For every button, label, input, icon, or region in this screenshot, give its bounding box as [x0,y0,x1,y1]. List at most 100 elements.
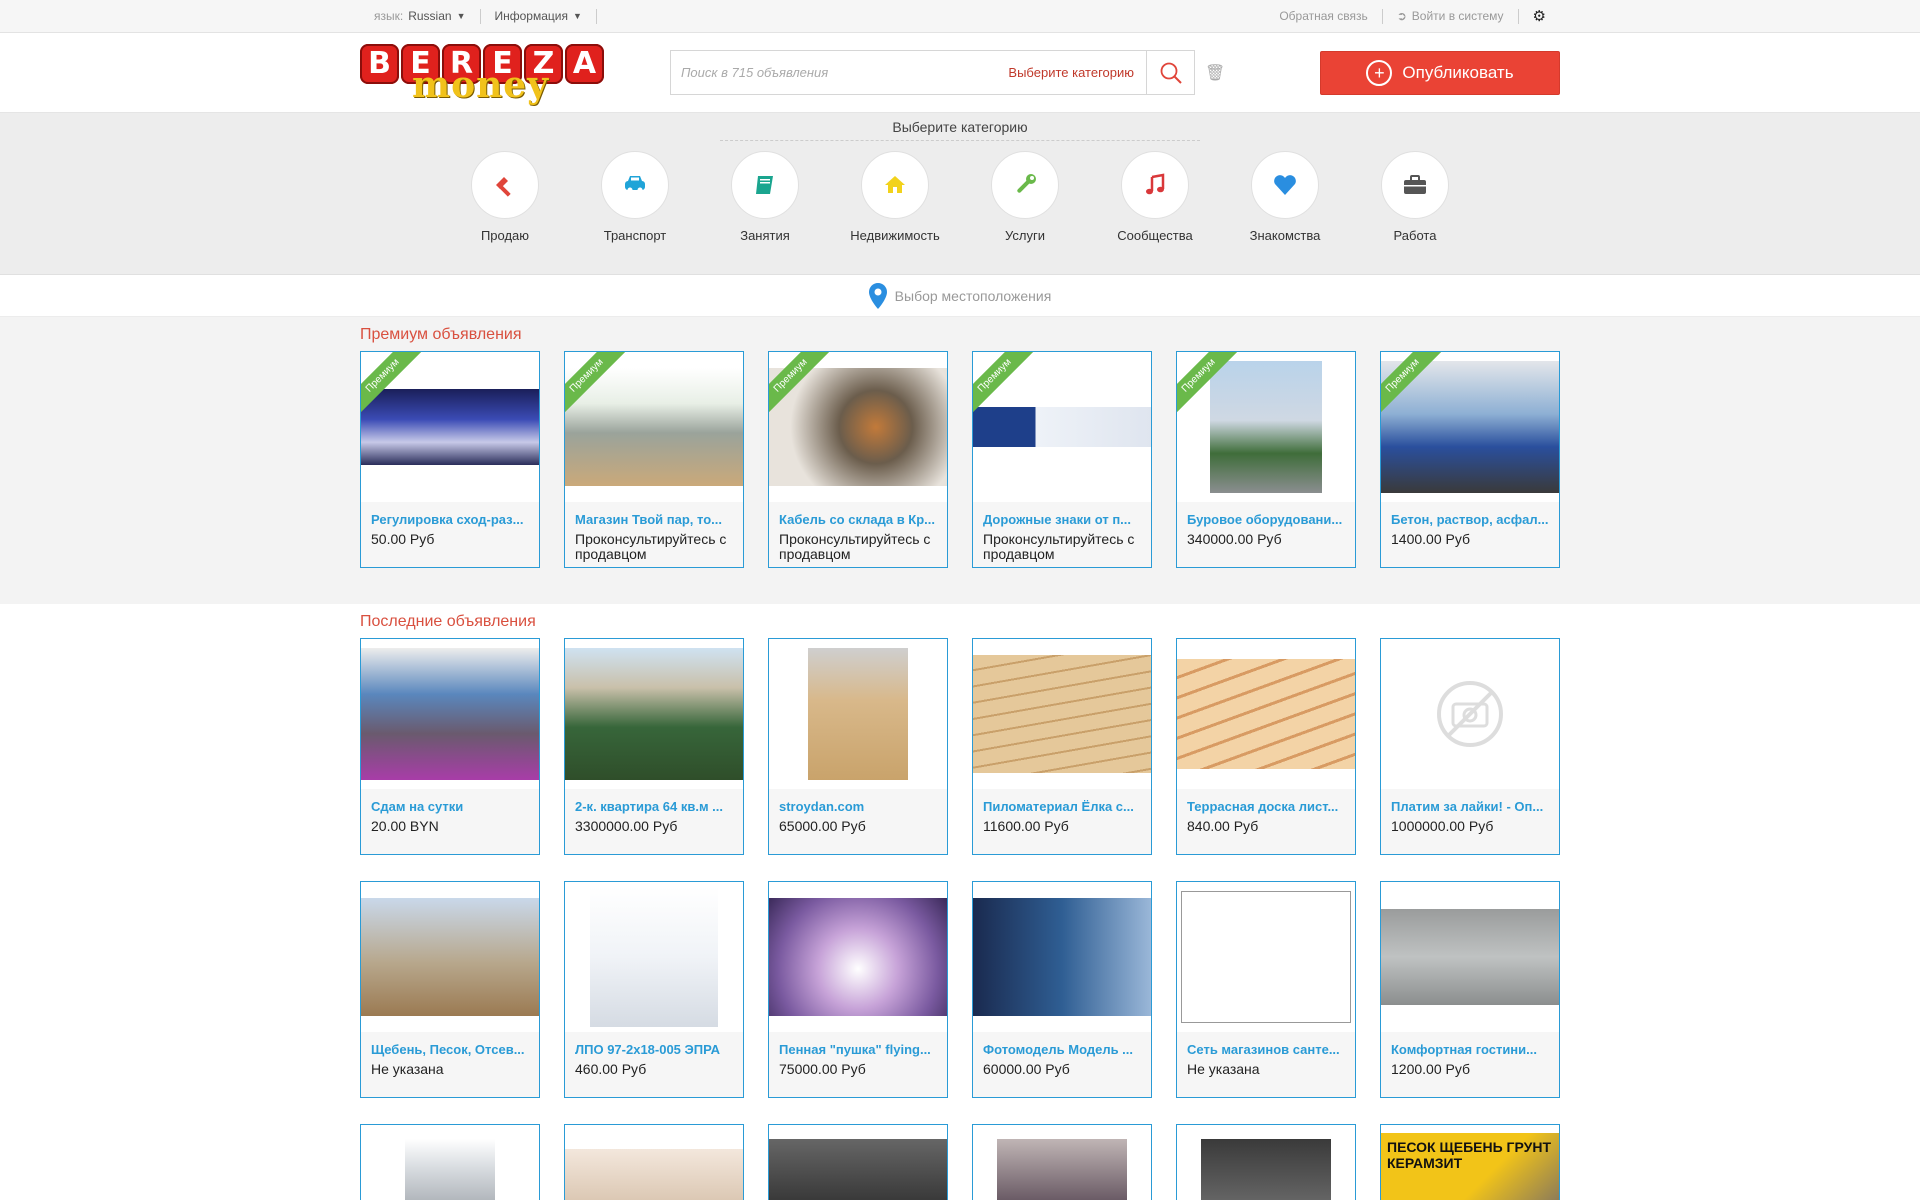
gear-icon[interactable]: ⚙ [1519,0,1560,32]
listing-image[interactable] [973,639,1151,789]
listing-price: 1200.00 Руб [1391,1061,1471,1077]
info-menu-label: Информация [494,9,568,23]
listing-image[interactable] [769,639,947,789]
listing-title[interactable]: ЛПО 97-2х18-005 ЭПРА [575,1042,733,1057]
category-music[interactable]: Сообщества [1117,151,1193,243]
listing-image[interactable] [769,1125,947,1200]
listing-card[interactable]: Фотомодель Модель ... 60000.00 Руб [972,881,1152,1098]
listing-info: Сдам на сутки 20.00 BYN [361,789,539,854]
listing-card[interactable]: Пиломатериал Ёлка с... 11600.00 Руб [972,638,1152,855]
listing-card[interactable]: Комфортная гостини... 1200.00 Руб [1380,881,1560,1098]
listing-title[interactable]: Комфортная гостини... [1391,1042,1549,1057]
listing-title[interactable]: Кабель со склада в Кр... [779,512,937,527]
listing-title[interactable]: Пенная "пушка" flying... [779,1042,937,1057]
listing-card[interactable]: Пенная "пушка" flying... 75000.00 Руб [768,881,948,1098]
search-input[interactable] [671,65,997,80]
search-category-select[interactable]: Выберите категорию [996,65,1146,80]
language-selector[interactable]: язык: Russian ▼ [360,0,480,32]
listing-card[interactable]: stroydan.com 65000.00 Руб [768,638,948,855]
listing-image[interactable] [361,639,539,789]
listing-card[interactable]: ЛПО 97-2х18-005 ЭПРА 460.00 Руб [564,881,744,1098]
listing-info: Пиломатериал Ёлка с... 11600.00 Руб [973,789,1151,854]
listing-title[interactable]: Платим за лайки! - Оп... [1391,799,1549,814]
listing-image[interactable] [1177,1125,1355,1200]
listing-image[interactable] [361,1125,539,1200]
listing-card[interactable]: Премиум Буровое оборудовани... 340000.00… [1176,351,1356,568]
listing-image[interactable] [1381,882,1559,1032]
trash-icon[interactable]: 🗑 [1205,63,1225,83]
listing-card[interactable]: Террасная доска лист... 840.00 Руб [1176,638,1356,855]
listing-title[interactable]: Бетон, раствор, асфал... [1391,512,1549,527]
listing-card[interactable]: Премиум Магазин Твой пар, то... Проконсу… [564,351,744,568]
listing-card[interactable] [972,1124,1152,1200]
listing-card[interactable]: Сдам на сутки 20.00 BYN [360,638,540,855]
listing-card[interactable] [768,1124,948,1200]
listing-title[interactable]: stroydan.com [779,799,937,814]
category-home[interactable]: Недвижимость [850,151,940,243]
listing-title[interactable]: Буровое оборудовани... [1187,512,1345,527]
category-gavel[interactable]: Продаю [471,151,539,243]
listing-image[interactable] [565,639,743,789]
publish-button[interactable]: + Опубликовать [1320,50,1560,95]
listing-title[interactable]: Фотомодель Модель ... [983,1042,1141,1057]
listing-card[interactable] [564,1124,744,1200]
listing-image[interactable] [361,882,539,1032]
listing-price: Проконсультируйтесь с продавцом [575,531,727,562]
listing-title[interactable]: Магазин Твой пар, то... [575,512,733,527]
category-wrench[interactable]: Услуги [991,151,1059,243]
category-heart[interactable]: Знакомства [1250,151,1320,243]
listing-card[interactable]: Премиум Бетон, раствор, асфал... 1400.00… [1380,351,1560,568]
category-car[interactable]: Транспорт [601,151,669,243]
listing-card[interactable]: Платим за лайки! - Оп... 1000000.00 Руб [1380,638,1560,855]
listing-title[interactable]: Регулировка сход-раз... [371,512,529,527]
listing-image[interactable] [565,882,743,1032]
login-link[interactable]: ➲ Войти в систему [1383,0,1518,32]
listing-card[interactable] [360,1124,540,1200]
category-label: Работа [1393,228,1437,243]
wrench-icon [1017,174,1036,193]
listing-title[interactable]: Сдам на сутки [371,799,529,814]
listing-info: Бетон, раствор, асфал... 1400.00 Руб [1381,502,1559,567]
logo[interactable]: BEREZA money [360,43,606,106]
divider [720,140,1200,141]
listing-price: 65000.00 Руб [779,818,866,834]
listing-card[interactable]: Премиум Кабель со склада в Кр... Проконс… [768,351,948,568]
listing-image[interactable] [769,882,947,1032]
listing-title[interactable]: Щебень, Песок, Отсев... [371,1042,529,1057]
listing-title[interactable]: 2-к. квартира 64 кв.м ... [575,799,733,814]
listing-card[interactable]: Премиум Регулировка сход-раз... 50.00 Ру… [360,351,540,568]
listing-title[interactable]: Пиломатериал Ёлка с... [983,799,1141,814]
listing-card[interactable]: 2-к. квартира 64 кв.м ... 3300000.00 Руб [564,638,744,855]
briefcase-icon [1404,175,1426,194]
listing-card[interactable]: Сеть магазинов санте... Не указана [1176,881,1356,1098]
listing-card[interactable]: ПЕСОК ЩЕБЕНЬ ГРУНТ КЕРАМЗИТ [1380,1124,1560,1200]
listing-price: 1000000.00 Руб [1391,818,1494,834]
listing-image[interactable]: ПЕСОК ЩЕБЕНЬ ГРУНТ КЕРАМЗИТ [1381,1125,1559,1200]
category-circle [991,151,1059,219]
listing-title[interactable]: Сеть магазинов санте... [1187,1042,1345,1057]
search-button[interactable] [1146,51,1194,94]
category-briefcase[interactable]: Работа [1381,151,1449,243]
listing-card[interactable]: Щебень, Песок, Отсев... Не указана [360,881,540,1098]
latest-title: Последние объявления [360,613,536,630]
listing-title[interactable]: Террасная доска лист... [1187,799,1345,814]
category-circle [861,151,929,219]
listing-info: Комфортная гостини... 1200.00 Руб [1381,1032,1559,1097]
listing-image[interactable] [1177,882,1355,1032]
listing-image[interactable] [1177,639,1355,789]
listing-image[interactable] [565,1125,743,1200]
listing-price: 11600.00 Руб [983,818,1069,834]
listing-image[interactable] [973,1125,1151,1200]
top-bar: язык: Russian ▼ Информация ▼ Обратная св… [0,0,1920,33]
listing-card[interactable] [1176,1124,1356,1200]
info-menu[interactable]: Информация ▼ [481,0,596,32]
login-label: Войти в систему [1411,9,1504,23]
category-book[interactable]: Занятия [731,151,799,243]
listing-card[interactable]: Премиум Дорожные знаки от п... Проконсул… [972,351,1152,568]
listing-title[interactable]: Дорожные знаки от п... [983,512,1141,527]
feedback-link[interactable]: Обратная связь [1265,0,1381,32]
location-selector[interactable]: Выбор местоположения [0,275,1920,317]
language-label: язык: [374,9,404,23]
listing-image[interactable] [973,882,1151,1032]
listing-image[interactable] [1381,639,1559,789]
